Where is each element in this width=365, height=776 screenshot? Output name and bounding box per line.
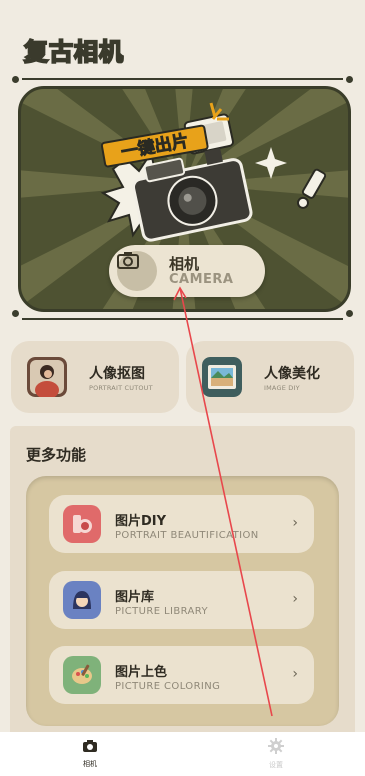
tab-label: 设置 (269, 761, 283, 769)
list-item-title: 图片上色 (115, 665, 168, 680)
chevron-right-icon: › (292, 666, 298, 682)
camera-tab-icon (83, 740, 97, 752)
sparkle-icon (255, 147, 287, 179)
section-title: 更多功能 (26, 446, 87, 464)
hero-top-rule (22, 78, 343, 80)
lipstick-icon (63, 505, 101, 543)
scalloped-edge (10, 426, 355, 430)
list-item-title: 图片DIY (115, 514, 167, 529)
rule-dot (346, 310, 353, 317)
tab-settings[interactable]: 设置 (246, 738, 306, 770)
feature-title: 人像美化 (264, 366, 320, 382)
portrait-cutout-icon (27, 357, 67, 397)
portrait-beautify-card[interactable]: 人像美化 IMAGE DIY (186, 341, 354, 413)
feature-subtitle: PORTRAIT CUTOUT (89, 384, 153, 392)
camera-icon (117, 251, 157, 291)
list-item-title: 图片库 (115, 590, 155, 605)
feature-title: 人像抠图 (89, 366, 145, 382)
list-item-subtitle: PORTRAIT BEAUTIFICATION (115, 530, 259, 541)
girl-avatar-icon (63, 581, 101, 619)
camera-button-title: 相机 (169, 255, 200, 273)
tab-label: 相机 (83, 760, 97, 768)
chevron-right-icon: › (292, 591, 298, 607)
palette-icon (63, 656, 101, 694)
list-item-subtitle: PICTURE COLORING (115, 681, 221, 692)
list-item-subtitle: PICTURE LIBRARY (115, 606, 209, 617)
gear-icon (268, 738, 284, 754)
more-features-panel: 图片DIY PORTRAIT BEAUTIFICATION › 图片库 PICT… (26, 476, 339, 726)
rule-dot (346, 76, 353, 83)
portrait-cutout-card[interactable]: 人像抠图 PORTRAIT CUTOUT (11, 341, 179, 413)
tab-camera[interactable]: 相机 (60, 738, 120, 769)
rule-dot (12, 76, 19, 83)
hero-bottom-rule (22, 318, 343, 320)
list-item-picture-library[interactable]: 图片库 PICTURE LIBRARY › (49, 571, 314, 629)
landscape-photo-icon (202, 357, 242, 397)
bottom-tab-bar: 相机 设置 (0, 732, 365, 776)
chevron-right-icon: › (292, 515, 298, 531)
camera-button-subtitle: CAMERA (169, 272, 234, 287)
rule-dot (12, 310, 19, 317)
hero-banner[interactable]: 一键出片 相机 CAMERA (18, 86, 351, 312)
list-item-picture-diy[interactable]: 图片DIY PORTRAIT BEAUTIFICATION › (49, 495, 314, 553)
feature-subtitle: IMAGE DIY (264, 384, 300, 392)
list-item-picture-coloring[interactable]: 图片上色 PICTURE COLORING › (49, 646, 314, 704)
more-features-section: 更多功能 图片DIY PORTRAIT BEAUTIFICATION › 图片库… (10, 426, 355, 736)
hero-banner-frame: 一键出片 相机 CAMERA (0, 74, 365, 326)
app-title: 复古相机 (23, 37, 124, 67)
camera-button[interactable]: 相机 CAMERA (109, 245, 265, 297)
